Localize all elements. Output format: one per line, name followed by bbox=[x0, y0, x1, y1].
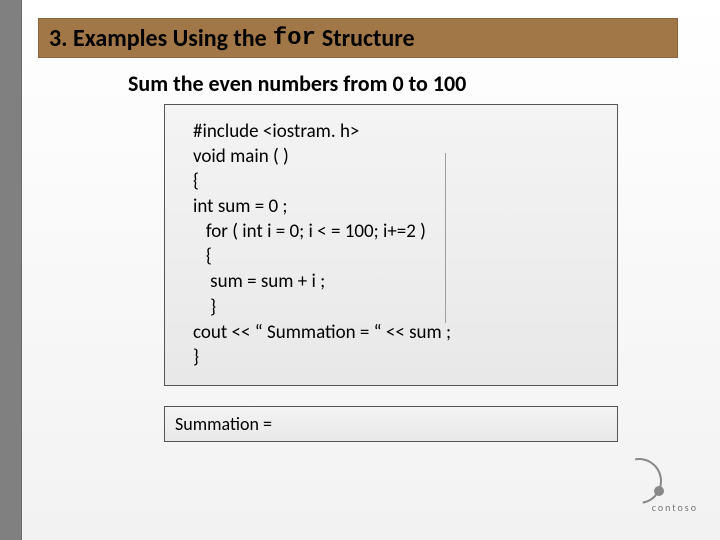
left-sidebar-strip bbox=[0, 0, 22, 540]
slide-title-bar: 3. Examples Using the for Structure bbox=[38, 18, 678, 58]
title-prefix: 3. Examples Using the bbox=[49, 24, 267, 53]
code-line: for ( int i = 0; i < = 100; i+=2 ) bbox=[193, 219, 607, 244]
code-line: cout << “ Summation = “ << sum ; bbox=[193, 320, 607, 345]
code-line: } bbox=[193, 345, 607, 370]
logo-text: contoso bbox=[652, 501, 698, 514]
output-box: Summation = bbox=[164, 406, 618, 442]
contoso-logo: contoso bbox=[604, 456, 698, 514]
logo-dot-icon bbox=[654, 486, 664, 496]
title-keyword: for bbox=[273, 25, 316, 52]
title-suffix: Structure bbox=[322, 24, 415, 53]
code-box: #include <iostram. h> void main ( ) { in… bbox=[164, 104, 618, 386]
code-line: int sum = 0 ; bbox=[193, 194, 607, 219]
code-line: { bbox=[193, 244, 607, 269]
code-line: { bbox=[193, 169, 607, 194]
output-text: Summation = bbox=[175, 413, 272, 435]
code-line: } bbox=[193, 295, 607, 320]
slide-subtitle: Sum the even numbers from 0 to 100 bbox=[128, 70, 466, 97]
code-line: #include <iostram. h> bbox=[193, 119, 607, 144]
code-divider-line bbox=[445, 153, 446, 323]
code-line: sum = sum + i ; bbox=[193, 269, 607, 294]
code-line: void main ( ) bbox=[193, 144, 607, 169]
